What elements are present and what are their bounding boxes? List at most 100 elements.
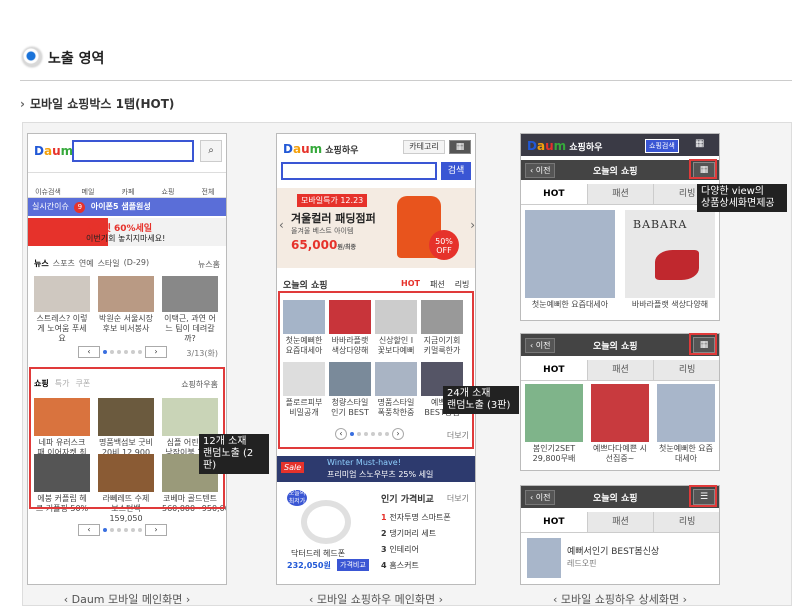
detail-title: 오늘의 쇼핑 xyxy=(593,342,638,352)
rank-item[interactable]: 1 전자투명 스마트폰 xyxy=(381,510,451,526)
news-tabs: 뉴스 스포츠 연예 스타일 (D-29) xyxy=(34,258,150,269)
shoppinghow-logo: Daum 쇼핑하우 xyxy=(283,142,359,156)
tab-hot[interactable]: HOT xyxy=(521,512,588,532)
search-input[interactable] xyxy=(281,162,437,180)
grid-view-icon[interactable]: ▦ xyxy=(695,138,704,149)
caption-shoppinghow-detail: 모바일 쇼핑하우 상세화면 xyxy=(520,591,720,607)
rank-item[interactable]: 2 댕기머리 세트 xyxy=(381,526,451,542)
daum-mobile-main: Daum ⌕ 이슈검색 메일 카페 쇼핑 전체 실시간이슈 9 아이폰5 샘플원… xyxy=(27,133,227,585)
news-item[interactable]: 이택근, 과연 어느 팀이 데려갈까? xyxy=(162,276,218,344)
nav-issue[interactable]: 이슈검색 xyxy=(28,173,68,197)
detail-item[interactable]: 예쁘다다예쁜 시선집중~ xyxy=(591,384,649,464)
tab-fashion[interactable]: 패션 xyxy=(587,512,655,532)
section-title: 모바일 쇼핑박스 1탭(HOT) xyxy=(20,95,174,112)
daum-logo: Daum xyxy=(34,144,74,158)
detail-tabs: HOT 패션 리빙 xyxy=(521,184,719,205)
caption-daum-main: Daum 모바일 메인화면 xyxy=(27,591,227,607)
tab-living[interactable]: 리빙 xyxy=(654,360,719,380)
rank-item[interactable]: 4 홈스커트 xyxy=(381,558,451,574)
tab-living[interactable]: 리빙 xyxy=(455,279,470,290)
detail-title: 오늘의 쇼핑 xyxy=(593,167,638,177)
deal-price: 232,050원 xyxy=(287,561,331,570)
rank-item[interactable]: 3 인테리어 xyxy=(381,542,451,558)
list-item-title[interactable]: 예뻐서인기 BEST봄신상 xyxy=(567,544,659,557)
nav-mail[interactable]: 메일 xyxy=(68,173,108,197)
next-arrow-icon[interactable]: › xyxy=(470,218,475,232)
list-item-image[interactable] xyxy=(527,538,561,578)
rank-title: 인기 가격비교 xyxy=(381,495,434,505)
tab-ent[interactable]: 연예 xyxy=(79,258,94,269)
news-page-info: 3/13(화) xyxy=(186,349,218,358)
annotation-random-2: 12개 소재 랜덤노출 (2판) xyxy=(199,434,269,474)
tab-living[interactable]: 리빙 xyxy=(654,512,719,532)
tab-fashion[interactable]: 패션 xyxy=(587,184,655,204)
search-button[interactable]: ⌕ xyxy=(200,140,222,162)
search-input[interactable] xyxy=(72,140,194,162)
sale-banner[interactable]: Sale Winter Must-have! 프리미엄 스노우부츠 25% 세일 xyxy=(277,456,475,482)
nav-shopping[interactable]: 쇼핑 xyxy=(148,173,188,197)
header-divider xyxy=(20,80,792,81)
rank-list: 1 전자투명 스마트폰 2 댕기머리 세트 3 인테리어 4 홈스커트 xyxy=(381,510,451,574)
caption-shoppinghow-main: 모바일 쇼핑하우 메인화면 xyxy=(276,591,476,607)
detail-title: 오늘의 쇼핑 xyxy=(593,494,638,504)
nav-cafe[interactable]: 카페 xyxy=(108,173,148,197)
compare-button[interactable]: 가격비교 xyxy=(337,559,369,571)
detail-topbar: Daum 쇼핑하우 쇼핑검색 ▦ xyxy=(521,134,719,156)
tab-news[interactable]: 뉴스 xyxy=(34,258,49,269)
next-button[interactable]: › xyxy=(145,346,167,358)
prev-button[interactable]: ‹ xyxy=(78,346,100,358)
highlight-box-today xyxy=(278,291,474,449)
highlight-view-toggle-2 xyxy=(689,333,717,355)
search-icon: ⌕ xyxy=(208,145,214,156)
today-shopping-title: 오늘의 쇼핑 xyxy=(283,281,328,291)
tab-style[interactable]: 스타일 xyxy=(98,258,120,269)
prev-button[interactable]: ‹ 이전 xyxy=(525,490,556,505)
detail-item[interactable]: 봄인기2SET 29,800무배 xyxy=(525,384,583,464)
tab-hot[interactable]: HOT xyxy=(521,360,588,380)
tip-line: 상품상세화면제공 xyxy=(701,198,775,209)
tab-fashion[interactable]: 패션 xyxy=(430,279,445,290)
tab-sports[interactable]: 스포츠 xyxy=(53,258,75,269)
realtime-issue-bar[interactable]: 실시간이슈 9 아이폰5 샘플원성 xyxy=(28,198,226,216)
tip-line: 랜덤노출 (3판) xyxy=(447,400,511,411)
category-button[interactable]: 카테고리 xyxy=(403,140,445,154)
search-button[interactable]: 검색 xyxy=(441,162,471,180)
today-tabs: HOT 패션 리빙 xyxy=(401,279,469,290)
search-tab[interactable]: 쇼핑검색 xyxy=(645,139,679,153)
detail-item[interactable]: 첫눈예뻐한 요즘대세아 xyxy=(525,210,615,310)
highlight-view-toggle-3 xyxy=(689,485,717,507)
news-item[interactable]: 스트레스? 이렇게 노여움 푸세요 xyxy=(34,276,90,344)
detail-item[interactable]: BABARA 바바라플랫 색상다양해 xyxy=(625,210,715,310)
tab-hot[interactable]: HOT xyxy=(401,279,420,290)
preview-panel: Daum ⌕ 이슈검색 메일 카페 쇼핑 전체 실시간이슈 9 아이폰5 샘플원… xyxy=(22,122,792,606)
tip-line: 24개 소재 xyxy=(447,388,491,399)
main-nav: 이슈검색 메일 카페 쇼핑 전체 xyxy=(28,172,226,198)
deal-name: 닥터드레 헤드폰 xyxy=(291,549,346,558)
highlight-view-toggle-1 xyxy=(689,159,717,179)
tab-fashion[interactable]: 패션 xyxy=(587,360,655,380)
nav-all[interactable]: 전체 xyxy=(188,173,226,197)
next-button[interactable]: › xyxy=(145,524,167,536)
promo-slide[interactable]: 모바일특가 12.23 겨울컬러 패딩점퍼 올겨울 베스트 아이템 65,000… xyxy=(277,188,475,268)
tip-text: 12개 소재 랜덤노출 (2판) xyxy=(203,436,265,472)
tab-hot[interactable]: HOT xyxy=(521,184,588,204)
news-more-link[interactable]: 뉴스홈 xyxy=(198,259,220,270)
prev-arrow-icon[interactable]: ‹ xyxy=(279,218,284,232)
highlight-box-shopping xyxy=(29,367,225,509)
issue-rank: 9 xyxy=(74,202,86,213)
header-bullet-icon xyxy=(22,47,42,67)
prev-button[interactable]: ‹ 이전 xyxy=(525,338,556,353)
deal-badge: 오늘의 최저가 xyxy=(287,490,307,506)
prev-button[interactable]: ‹ 이전 xyxy=(525,163,556,178)
grid-view-icon[interactable]: ▦ xyxy=(449,140,471,154)
promo-banner[interactable]: 지마켓 60%세일 이번기회 놓치지마세요! xyxy=(28,218,226,246)
detail-tabs: HOT 패션 리빙 xyxy=(521,512,719,533)
rank-more-link[interactable]: 더보기 xyxy=(447,493,469,504)
news-item[interactable]: 박원순 서울시장 후보 비서봉사 xyxy=(98,276,154,334)
tip-line: 랜덤노출 (2판) xyxy=(203,448,254,471)
detail-item[interactable]: 첫눈예뻐한 요즘대세아 xyxy=(657,384,715,464)
detail-tabs: HOT 패션 리빙 xyxy=(521,360,719,381)
shop-pager: ‹ › xyxy=(78,524,167,536)
annotation-random-3: 24개 소재 랜덤노출 (3판) xyxy=(443,386,519,414)
prev-button[interactable]: ‹ xyxy=(78,524,100,536)
